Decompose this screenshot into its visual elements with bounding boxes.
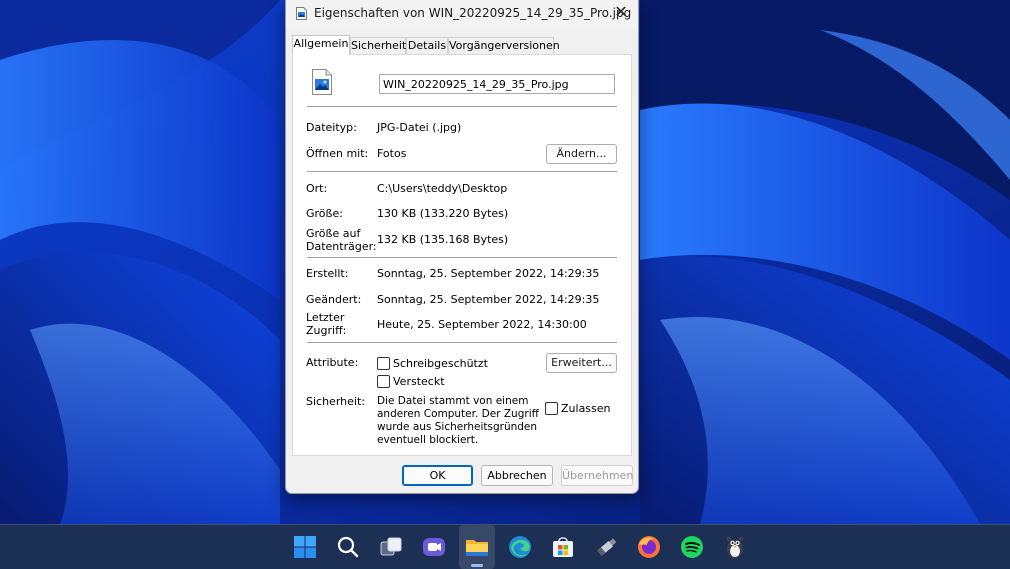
active-app-indicator [471, 564, 483, 567]
sicherheit-warning-line: Die Datei stammt von einem [377, 395, 529, 407]
task-view-icon[interactable] [377, 533, 405, 561]
spotify-icon[interactable] [678, 533, 706, 561]
abbrechen-button[interactable]: Abbrechen [481, 465, 553, 486]
image-file-icon [296, 7, 307, 20]
ok-button[interactable]: OK [402, 465, 473, 486]
separator [307, 106, 617, 107]
tab-allgemein[interactable]: Allgemein [292, 35, 350, 55]
file-type-icon [312, 69, 332, 95]
windows-start-icon[interactable] [291, 533, 319, 561]
sicherheit-warning-line: wurde aus Sicherheitsgründen [377, 421, 538, 433]
erstellt-label: Erstellt: [306, 267, 349, 280]
erstellt-value: Sonntag, 25. September 2022, 14:29:35 [377, 267, 600, 280]
schreibgeschuetzt-checkbox[interactable] [377, 357, 390, 370]
general-tab-panel: Dateityp: JPG-Datei (.jpg) Öffnen mit: F… [292, 54, 632, 456]
dateityp-label: Dateityp: [306, 121, 357, 134]
firefox-icon[interactable] [635, 533, 663, 561]
sicherheit-warning-line: eventuell blockiert. [377, 434, 479, 446]
separator [307, 257, 617, 258]
properties-dialog: Eigenschaften von WIN_20220925_14_29_35_… [285, 0, 639, 494]
tab-sicherheit[interactable]: Sicherheit [350, 37, 406, 55]
microsoft-store-icon[interactable] [549, 533, 577, 561]
letzter-zugriff-label-2: Zugriff: [306, 324, 347, 337]
versteckt-checkbox[interactable] [377, 375, 390, 388]
sicherheit-label: Sicherheit: [306, 395, 365, 408]
groesse-label: Größe: [306, 207, 343, 220]
attribute-label: Attribute: [306, 356, 359, 369]
usb-drive-icon[interactable] [592, 533, 620, 561]
taskbar [0, 524, 1010, 569]
sicherheit-warning-text: Die Datei stammt von einem anderen Compu… [377, 395, 539, 447]
separator [307, 171, 617, 172]
geaendert-label: Geändert: [306, 293, 362, 306]
aendern-button[interactable]: Ändern... [546, 144, 617, 164]
dateityp-value: JPG-Datei (.jpg) [377, 121, 462, 134]
groesse-datentraeger-label-2: Datenträger: [306, 240, 377, 253]
letzter-zugriff-label-1: Letzter [306, 311, 345, 324]
uebernehmen-button[interactable]: Übernehmen [561, 465, 633, 486]
tab-vorgaengerversionen[interactable]: Vorgängerversionen [448, 37, 560, 55]
dialog-title: Eigenschaften von WIN_20220925_14_29_35_… [314, 6, 632, 20]
schreibgeschuetzt-label: Schreibgeschützt [393, 357, 488, 370]
tab-details[interactable]: Details [406, 37, 448, 55]
filename-input[interactable] [379, 74, 615, 94]
dialog-titlebar[interactable]: Eigenschaften von WIN_20220925_14_29_35_… [286, 0, 638, 28]
versteckt-label: Versteckt [393, 375, 445, 388]
edge-icon[interactable] [506, 533, 534, 561]
separator [307, 342, 617, 343]
groesse-datentraeger-label-1: Größe auf [306, 227, 361, 240]
groesse-value: 130 KB (133.220 Bytes) [377, 207, 509, 220]
file-explorer-icon[interactable] [463, 533, 491, 561]
ort-value: C:\Users\teddy\Desktop [377, 182, 508, 195]
zulassen-label: Zulassen [561, 402, 611, 415]
letzter-zugriff-value: Heute, 25. September 2022, 14:30:00 [377, 318, 587, 331]
teams-chat-icon[interactable] [420, 533, 448, 561]
oeffnen-mit-label: Öffnen mit: [306, 147, 369, 160]
search-icon[interactable] [334, 533, 362, 561]
zulassen-checkbox[interactable] [545, 402, 558, 415]
sicherheit-warning-line: anderen Computer. Der Zugriff [377, 408, 539, 420]
close-button[interactable]: ✕ [604, 0, 638, 26]
oeffnen-mit-value: Fotos [377, 147, 407, 160]
groesse-datentraeger-value: 132 KB (135.168 Bytes) [377, 233, 509, 246]
erweitert-button[interactable]: Erweitert... [546, 353, 617, 373]
penguin-app-icon[interactable] [721, 533, 749, 561]
geaendert-value: Sonntag, 25. September 2022, 14:29:35 [377, 293, 600, 306]
ort-label: Ort: [306, 182, 328, 195]
